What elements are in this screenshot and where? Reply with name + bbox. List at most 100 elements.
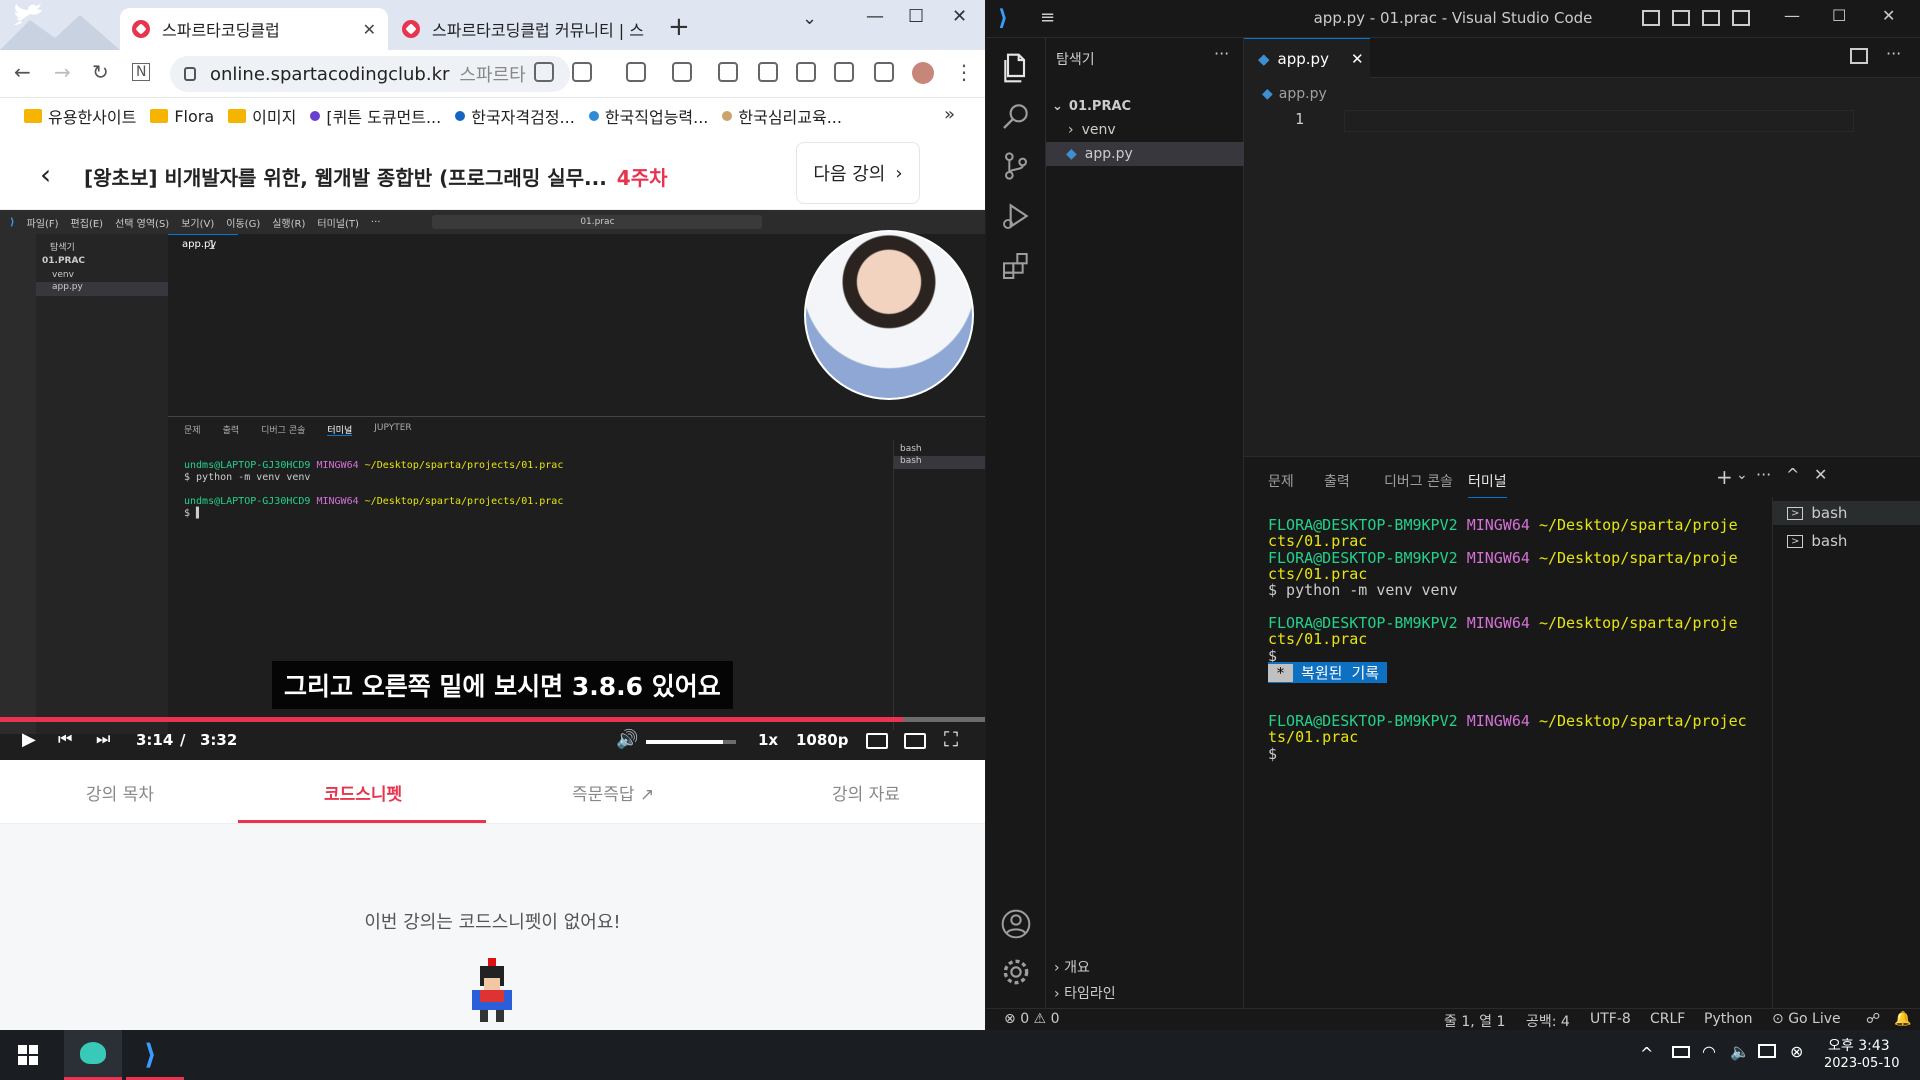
close-window-button[interactable]: ✕	[1882, 6, 1895, 25]
bookmark-item[interactable]: 한국직업능력...	[588, 104, 708, 128]
tab-search-chevron-icon[interactable]: ⌄	[802, 8, 817, 29]
customize-layout-icon[interactable]	[1732, 10, 1750, 26]
problems-status[interactable]: ⊗ 0 ⚠ 0	[1004, 1011, 1059, 1027]
media-icon[interactable]	[796, 62, 816, 82]
share-icon[interactable]	[572, 62, 592, 82]
terminal-prompt[interactable]: $	[1268, 744, 1277, 764]
encoding[interactable]: UTF-8	[1590, 1011, 1631, 1027]
minimize-button[interactable]: —	[866, 6, 884, 27]
line-ending[interactable]: CRLF	[1650, 1011, 1685, 1027]
folder-venv[interactable]: › venv	[1046, 118, 1244, 142]
accounts-status-icon[interactable]: ☍	[1866, 1011, 1880, 1027]
speed-button[interactable]: 1x	[758, 731, 778, 749]
new-terminal-icon[interactable]: +	[1716, 465, 1733, 489]
battery-icon[interactable]	[1672, 1046, 1690, 1058]
maximize-panel-icon[interactable]: ^	[1786, 465, 1799, 484]
extensions-icon[interactable]	[672, 62, 692, 82]
browser-tab[interactable]: 스파르타코딩클럽 커뮤니티 | 스	[390, 8, 658, 50]
close-panel-icon[interactable]: ✕	[1814, 465, 1827, 484]
editor-current-line[interactable]	[1344, 110, 1854, 132]
bookmark-item[interactable]: 한국심리교육...	[722, 104, 842, 128]
tab-lecture-list[interactable]: 강의 목차	[86, 780, 154, 805]
reading-list-icon[interactable]	[718, 62, 738, 82]
new-tab-button[interactable]: +	[668, 12, 690, 42]
windows-start-icon[interactable]	[18, 1045, 38, 1065]
bookmark-star-icon[interactable]	[626, 62, 646, 82]
run-debug-icon[interactable]	[1000, 200, 1032, 232]
previous-icon[interactable]: ⏮	[58, 729, 72, 749]
next-lecture-button[interactable]: 다음 강의 ›	[796, 142, 920, 204]
download-icon[interactable]	[758, 62, 778, 82]
terminal-item-bash[interactable]: > bash	[1773, 501, 1920, 525]
video-player[interactable]: ⟩ 파일(F) 편집(E) 선택 영역(S) 보기(V) 이동(G) 실행(R)…	[0, 210, 985, 760]
accounts-icon[interactable]	[1000, 908, 1032, 940]
notification-center-icon[interactable]	[1758, 1044, 1776, 1058]
go-live-button[interactable]: ⊙ Go Live	[1772, 1011, 1841, 1027]
terminal-item-bash[interactable]: > bash	[1773, 529, 1920, 553]
bookmark-item[interactable]: [퀴튼 도큐먼트...	[310, 104, 441, 128]
tab-problems[interactable]: 문제	[1268, 471, 1294, 491]
close-window-button[interactable]: ✕	[952, 6, 967, 27]
close-tab-icon[interactable]: ✕	[353, 20, 376, 39]
quality-button[interactable]: 1080p	[796, 731, 849, 749]
settings-gear-icon[interactable]	[1000, 956, 1032, 988]
browser-tab-active[interactable]: 스파르타코딩클럽 ✕	[120, 8, 388, 50]
back-icon[interactable]: ←	[14, 60, 31, 84]
menu-kebab-icon[interactable]: ⋮	[954, 60, 974, 84]
taskbar-whale-app[interactable]	[64, 1030, 122, 1080]
tab-code-snippet[interactable]: 코드스니펫	[324, 780, 402, 805]
panel-more-icon[interactable]: ···	[1756, 465, 1771, 484]
outline-section[interactable]: › 개요	[1054, 957, 1090, 977]
minimize-button[interactable]: —	[1784, 6, 1800, 25]
more-actions-icon[interactable]: ···	[1214, 44, 1229, 63]
ime-close-icon[interactable]: ⊗	[1790, 1042, 1803, 1061]
clock-date[interactable]: 2023-05-10	[1824, 1056, 1900, 1071]
close-tab-icon[interactable]: ✕	[1351, 50, 1364, 68]
bookmark-item[interactable]: 한국자격검정...	[455, 104, 575, 128]
bookmark-item[interactable]: 이미지	[228, 104, 296, 128]
toggle-sidebar-icon[interactable]	[1642, 10, 1660, 26]
editor-more-icon[interactable]: ···	[1886, 44, 1901, 63]
course-back-icon[interactable]: ‹	[40, 158, 51, 191]
bookmark-item[interactable]: 유용한사이트	[24, 104, 136, 128]
extensions-icon[interactable]	[1000, 250, 1032, 282]
split-editor-icon[interactable]	[1850, 48, 1868, 64]
forward-icon[interactable]: →	[54, 60, 71, 84]
cursor-position[interactable]: 줄 1, 열 1	[1444, 1011, 1505, 1031]
breadcrumb[interactable]: ◆ app.py	[1262, 86, 1327, 102]
tab-debug-console[interactable]: 디버그 콘솔	[1384, 471, 1453, 491]
maximize-button[interactable]: ☐	[908, 6, 924, 27]
clock-time[interactable]: 오후 3:43	[1828, 1035, 1890, 1055]
explorer-icon[interactable]	[1000, 52, 1032, 84]
toggle-secondary-sidebar-icon[interactable]	[1702, 10, 1720, 26]
search-icon[interactable]	[1000, 100, 1032, 132]
install-icon[interactable]	[534, 62, 554, 82]
indentation[interactable]: 공백: 4	[1526, 1011, 1570, 1031]
pip-icon[interactable]	[904, 733, 926, 749]
editor-tab-app-py[interactable]: ◆ app.py ✕	[1244, 38, 1370, 78]
timeline-section[interactable]: › 타임라인	[1054, 983, 1116, 1003]
split-view-icon[interactable]	[874, 62, 894, 82]
folder-01prac[interactable]: ⌄ 01.PRAC	[1046, 94, 1244, 118]
site-n-icon[interactable]: N	[132, 63, 151, 81]
taskbar-vscode-app[interactable]: ⟩	[126, 1030, 184, 1080]
tab-materials[interactable]: 강의 자료	[832, 780, 900, 805]
more-bookmarks-icon[interactable]: »	[944, 104, 955, 125]
next-icon[interactable]: ⏭	[96, 729, 110, 749]
maximize-button[interactable]: ☐	[1832, 6, 1846, 25]
volume-icon[interactable]: 🔊	[616, 729, 638, 750]
url-bar[interactable]: online.spartacodingclub.kr 스파르타	[170, 56, 570, 92]
tab-qna[interactable]: 즉문즉답 ↗	[572, 780, 654, 805]
terminal-dropdown-icon[interactable]: ⌄	[1736, 467, 1748, 483]
notifications-icon[interactable]: 🔔	[1894, 1011, 1911, 1027]
fullscreen-icon[interactable]: ⛶	[944, 727, 958, 751]
tab-output[interactable]: 출력	[1324, 471, 1350, 491]
volume-slider[interactable]	[646, 740, 736, 744]
tab-terminal[interactable]: 터미널	[1468, 471, 1507, 498]
bookmark-item[interactable]: Flora	[150, 107, 214, 126]
profile-avatar[interactable]	[912, 62, 934, 84]
subtitles-icon[interactable]	[866, 733, 888, 749]
language-mode[interactable]: Python	[1704, 1011, 1753, 1027]
screenshot-icon[interactable]	[834, 62, 854, 82]
toggle-panel-icon[interactable]	[1672, 10, 1690, 26]
